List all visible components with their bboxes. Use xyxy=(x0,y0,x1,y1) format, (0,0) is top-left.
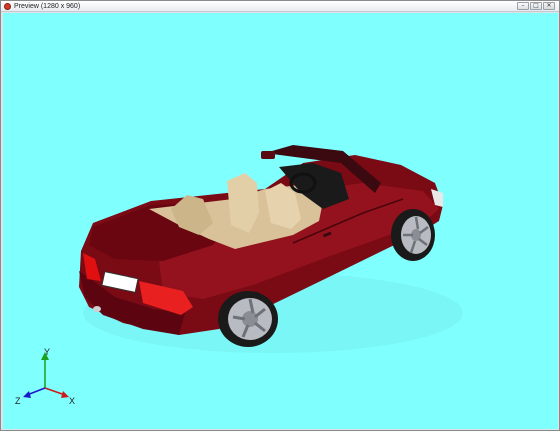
close-button[interactable]: ✕ xyxy=(543,2,555,10)
axis-gizmo: Y Z X xyxy=(15,347,75,406)
exhaust-pipe xyxy=(93,306,101,312)
preview-window: Preview (1280 x 960) – □ ✕ Y Z X xyxy=(0,0,560,431)
3d-viewport[interactable]: Y Z X xyxy=(3,13,558,429)
axis-label-y: Y xyxy=(44,347,50,357)
side-mirror xyxy=(261,151,275,159)
app-icon xyxy=(4,2,11,10)
rear-wheel xyxy=(218,291,278,347)
car-render: Y Z X xyxy=(15,145,463,406)
axis-label-z: Z xyxy=(15,396,21,406)
axis-label-x: X xyxy=(69,396,75,406)
window-controls: – □ ✕ xyxy=(517,2,555,10)
front-wheel xyxy=(391,209,435,261)
minimize-button[interactable]: – xyxy=(517,2,529,10)
maximize-button[interactable]: □ xyxy=(530,2,542,10)
title-bar[interactable]: Preview (1280 x 960) – □ ✕ xyxy=(1,1,559,12)
window-title: Preview (1280 x 960) xyxy=(14,2,81,10)
